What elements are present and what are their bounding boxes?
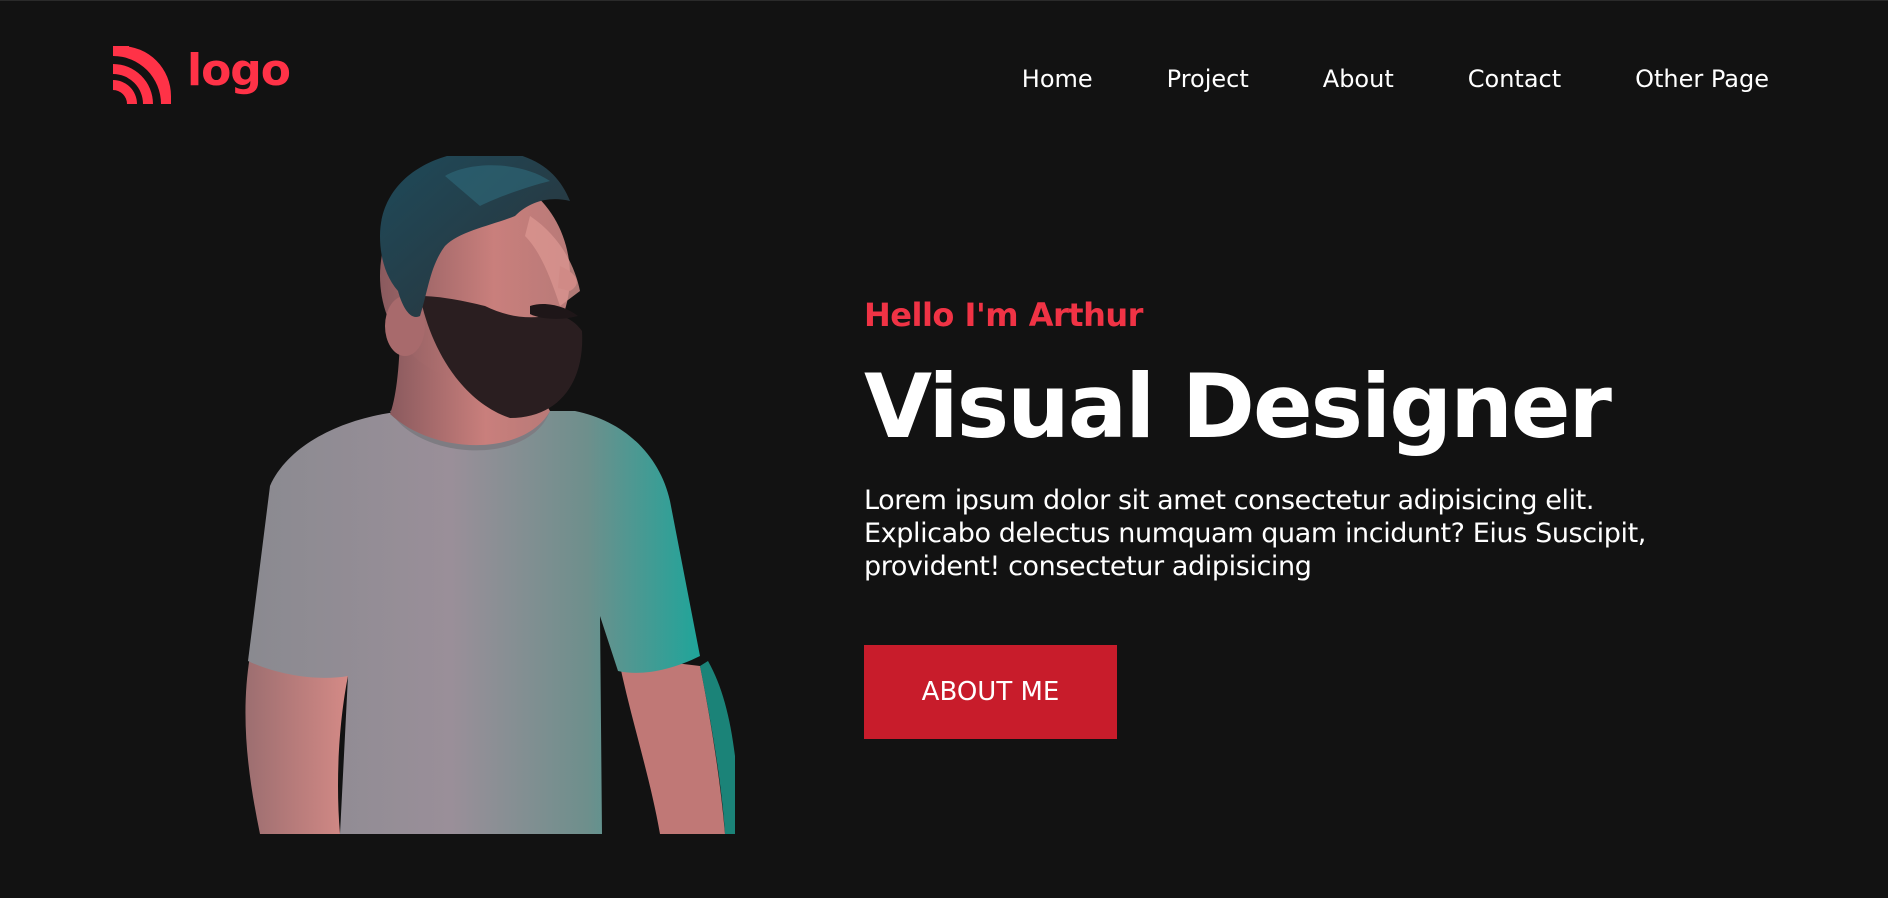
landing-page: logo Home Project About Contact Other Pa… <box>0 0 1888 898</box>
rss-arcs-icon <box>113 46 171 104</box>
brand-logo[interactable]: logo <box>113 45 291 104</box>
nav-other-page[interactable]: Other Page <box>1635 63 1769 95</box>
main-nav: Home Project About Contact Other Page <box>1022 63 1769 95</box>
hero-portrait-image <box>230 156 735 834</box>
hero-title: Visual Designer <box>864 355 1612 458</box>
nav-home[interactable]: Home <box>1022 63 1093 95</box>
about-me-button[interactable]: ABOUT ME <box>864 645 1117 739</box>
nav-about[interactable]: About <box>1323 63 1394 95</box>
logo-text: logo <box>187 45 291 96</box>
hero-section: Hello I'm Arthur Visual Designer Lorem i… <box>864 293 1764 739</box>
hero-greeting: Hello I'm Arthur <box>864 296 1143 334</box>
hero-description: Lorem ipsum dolor sit amet consectetur a… <box>864 485 1646 582</box>
nav-project[interactable]: Project <box>1167 63 1249 95</box>
nav-contact[interactable]: Contact <box>1468 63 1561 95</box>
